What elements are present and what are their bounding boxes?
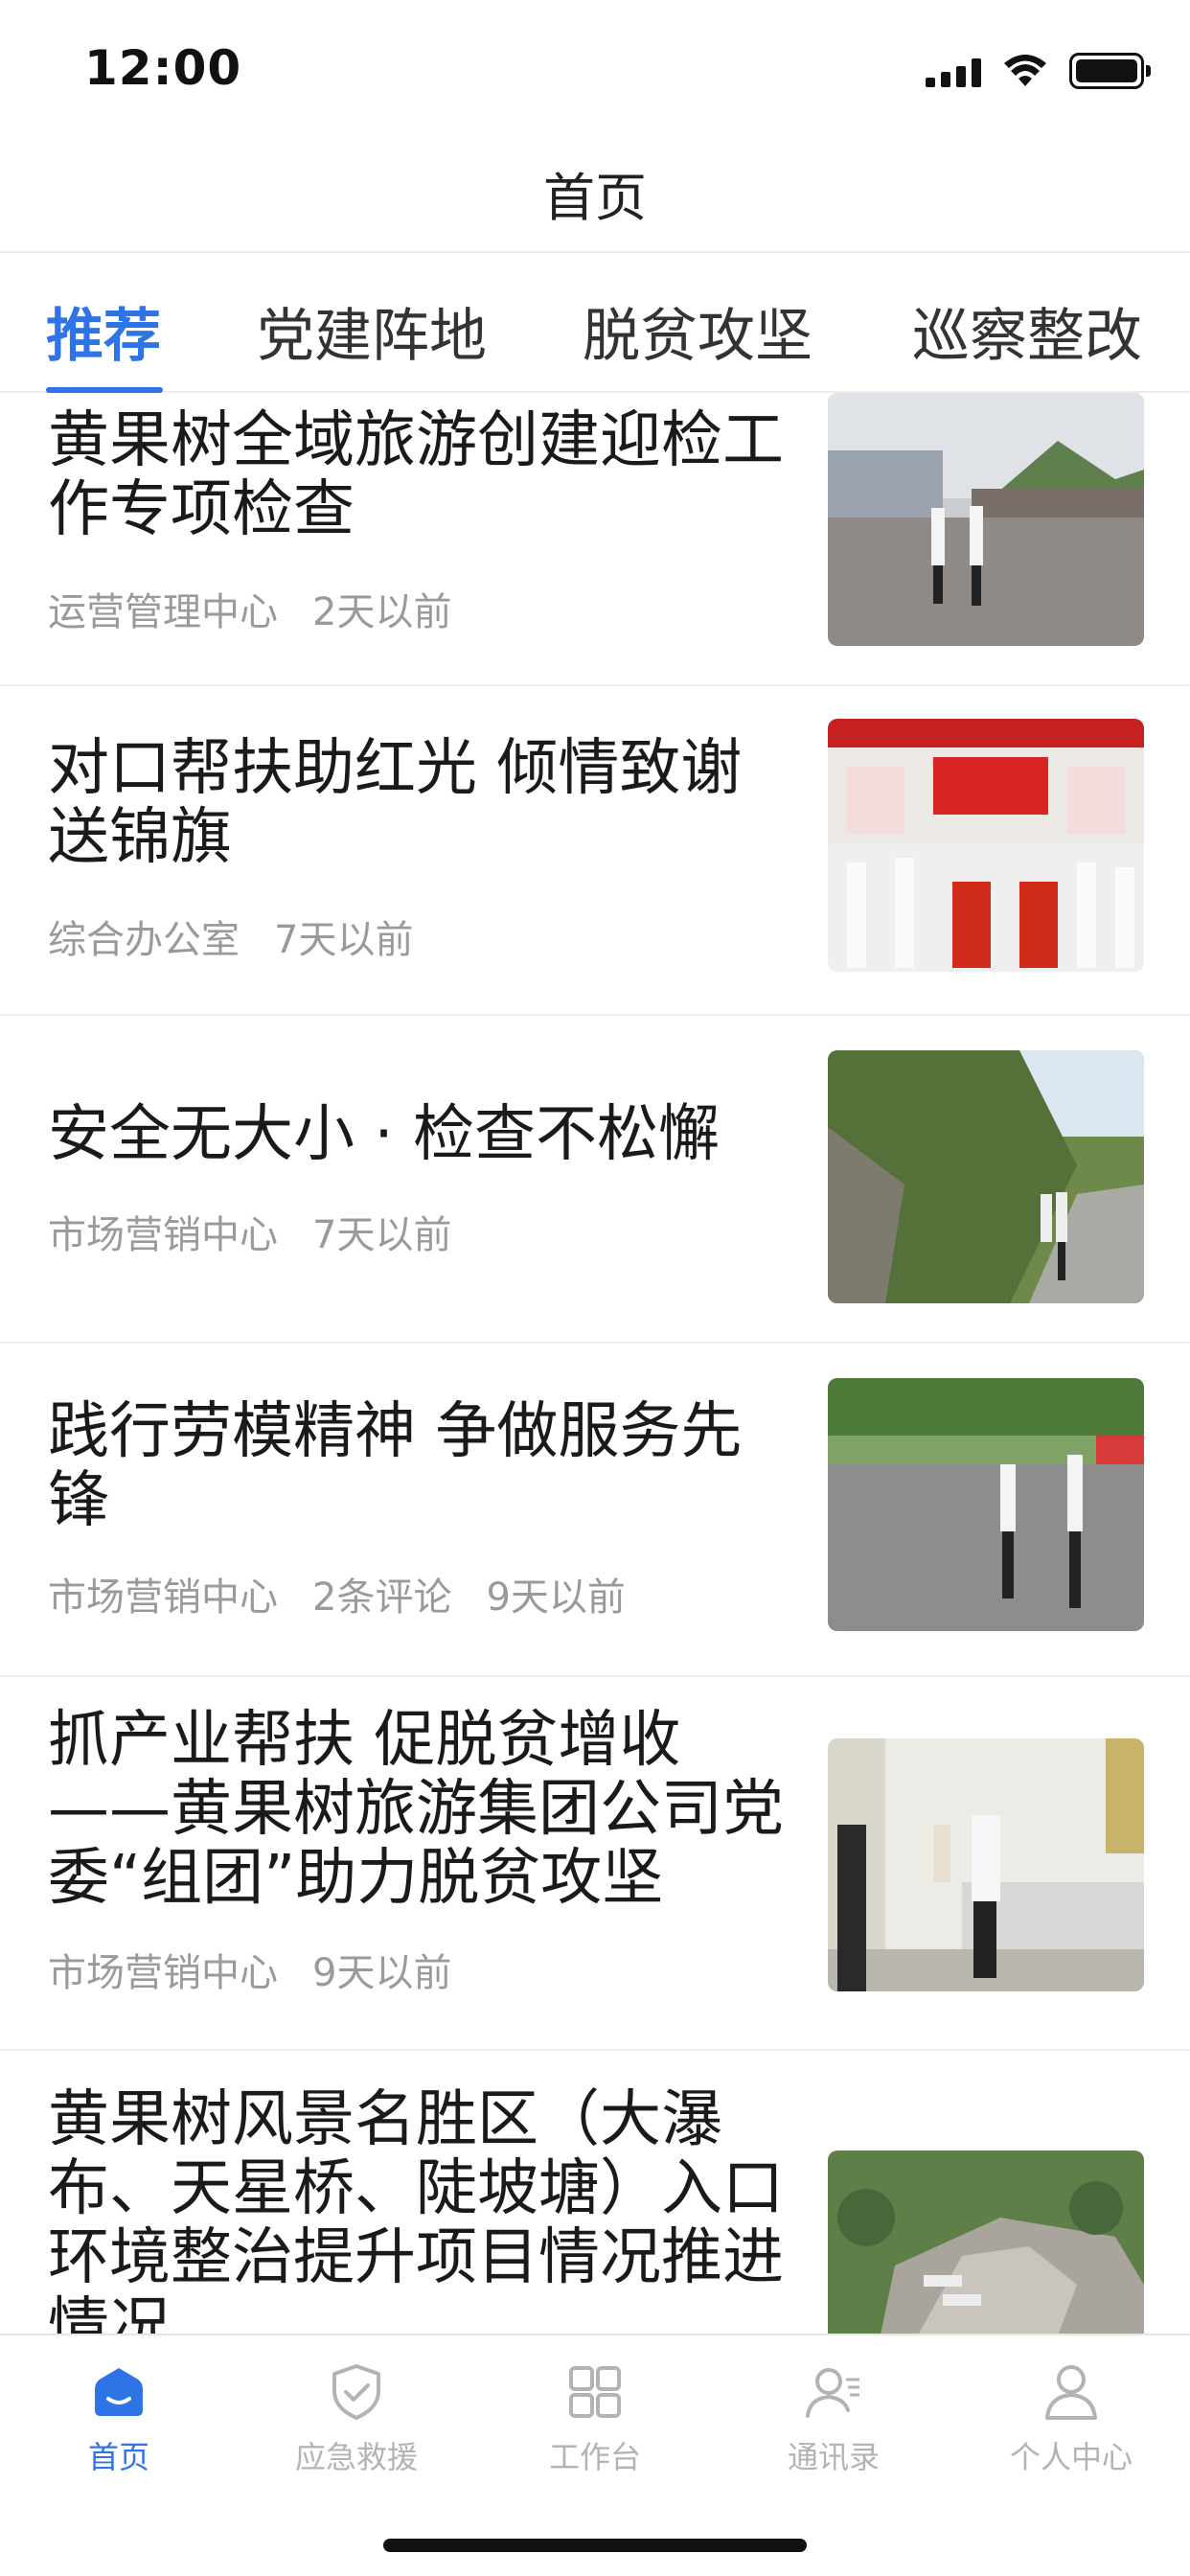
- article-title: 抓产业帮扶 促脱贫增收——黄果树旅游集团公司党委“组团”助力脱贫攻坚: [48, 1705, 784, 1914]
- article-meta: 市场营销中心 7天以前: [48, 1204, 451, 1259]
- article-thumbnail: [828, 1738, 1144, 1991]
- tab-recommend[interactable]: 推荐: [46, 289, 161, 373]
- article-thumbnail: [828, 719, 1144, 972]
- app-screen: 12:00 首页 推荐 党建阵地 脱贫攻坚 巡察整改 黄果树全域旅游创建迎检工作…: [0, 0, 1190, 2576]
- tabbar-label: 工作台: [548, 2439, 641, 2475]
- article-item[interactable]: 抓产业帮扶 促脱贫增收——黄果树旅游集团公司党委“组团”助力脱贫攻坚 市场营销中…: [0, 1677, 1190, 2051]
- article-comments: 2条评论: [312, 1576, 452, 1620]
- article-item[interactable]: 对口帮扶助红光 倾情致谢送锦旗 综合办公室 7天以前: [0, 686, 1190, 1016]
- article-time: 9天以前: [312, 1951, 452, 1995]
- home-indicator[interactable]: [383, 2539, 807, 2552]
- wifi-icon: [1004, 55, 1046, 86]
- battery-icon: [1069, 53, 1151, 89]
- tabbar-label: 应急救援: [294, 2439, 418, 2475]
- article-thumbnail: [828, 1378, 1144, 1631]
- shield-check-icon: [332, 2364, 380, 2420]
- status-bar: 12:00: [0, 0, 1190, 134]
- tab-inspection-rectification[interactable]: 巡察整改: [912, 289, 1142, 373]
- article-thumbnail: [828, 1050, 1144, 1303]
- article-item[interactable]: 践行劳模精神 争做服务先锋 市场营销中心 2条评论 9天以前: [0, 1344, 1190, 1677]
- status-time: 12:00: [84, 40, 242, 96]
- tabbar-item-home[interactable]: 首页: [0, 2355, 238, 2508]
- article-source: 运营管理中心: [48, 590, 278, 634]
- tabbar-item-contacts[interactable]: 通讯录: [715, 2355, 952, 2508]
- article-time: 7天以前: [312, 1213, 452, 1257]
- article-time: 7天以前: [274, 918, 414, 962]
- article-item[interactable]: 安全无大小 · 检查不松懈 市场营销中心 7天以前: [0, 1016, 1190, 1344]
- article-title: 对口帮扶助红光 倾情致谢送锦旗: [48, 733, 743, 873]
- tabbar-item-profile[interactable]: 个人中心: [952, 2355, 1190, 2508]
- article-time: 9天以前: [486, 1576, 626, 1620]
- bottom-tab-bar: 首页 应急救援 工作台 通讯录 个人中心: [0, 2334, 1190, 2576]
- article-title: 黄果树全域旅游创建迎检工作专项检查: [48, 405, 784, 545]
- category-tabs: 推荐 党建阵地 脱贫攻坚 巡察整改: [0, 255, 1190, 393]
- article-source: 市场营销中心: [48, 1213, 278, 1257]
- nav-bar: 首页: [0, 134, 1190, 253]
- status-icons: [926, 48, 1151, 94]
- article-title: 黄果树风景名胜区（大瀑布、天星桥、陡坡塘）入口环境整治提升项目情况推进情况: [48, 2084, 784, 2334]
- tabbar-item-workbench[interactable]: 工作台: [476, 2355, 714, 2508]
- tabbar-label: 通讯录: [787, 2439, 880, 2475]
- tabbar-label: 首页: [87, 2439, 149, 2475]
- cellular-signal-icon: [926, 55, 981, 87]
- page-title: 首页: [543, 167, 647, 228]
- article-item[interactable]: 黄果树风景名胜区（大瀑布、天星桥、陡坡塘）入口环境整治提升项目情况推进情况: [0, 2051, 1190, 2334]
- article-source: 市场营销中心: [48, 1576, 278, 1620]
- article-title: 践行劳模精神 争做服务先锋: [48, 1396, 743, 1536]
- tabbar-label: 个人中心: [1009, 2439, 1133, 2475]
- article-feed[interactable]: 黄果树全域旅游创建迎检工作专项检查 运营管理中心 2天以前 对口帮扶助红光 倾情…: [0, 393, 1190, 2334]
- contacts-icon: [806, 2368, 859, 2418]
- article-time: 2天以前: [312, 590, 452, 634]
- article-source: 市场营销中心: [48, 1951, 278, 1995]
- article-thumbnail: [828, 2150, 1144, 2334]
- article-thumbnail: [828, 393, 1144, 646]
- article-meta: 运营管理中心 2天以前: [48, 581, 451, 636]
- tab-poverty-alleviation[interactable]: 脱贫攻坚: [583, 289, 812, 373]
- article-meta: 市场营销中心 9天以前: [48, 1942, 451, 1997]
- article-meta: 综合办公室 7天以前: [48, 908, 413, 964]
- article-title: 安全无大小 · 检查不松懈: [48, 1099, 721, 1170]
- article-source: 综合办公室: [48, 918, 240, 962]
- tab-party-building[interactable]: 党建阵地: [257, 289, 487, 373]
- article-item[interactable]: 黄果树全域旅游创建迎检工作专项检查 运营管理中心 2天以前: [0, 393, 1190, 686]
- user-icon: [1045, 2365, 1097, 2420]
- tabbar-item-emergency[interactable]: 应急救援: [238, 2355, 475, 2508]
- article-meta: 市场营销中心 2条评论 9天以前: [48, 1566, 626, 1622]
- grid-icon: [569, 2366, 621, 2418]
- home-icon: [95, 2368, 143, 2416]
